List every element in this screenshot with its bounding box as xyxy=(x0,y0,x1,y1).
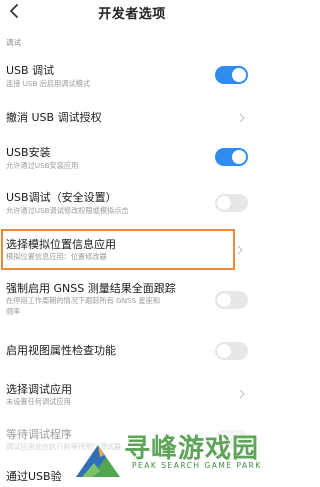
setting-title: 强制启用 GNSS 测量结果全面跟踪 xyxy=(6,282,176,295)
setting-title: USB 调试 xyxy=(6,64,55,77)
setting-title: 撤消 USB 调试授权 xyxy=(6,111,102,124)
chevron-right-icon xyxy=(239,113,245,123)
usb-install-toggle[interactable] xyxy=(215,148,248,166)
highlight-box xyxy=(1,229,235,270)
section-title: 调试 xyxy=(6,38,21,47)
setting-usb-install[interactable]: USB安装 允许通过USB安装应用 xyxy=(0,138,264,178)
usb-debugging-security-toggle[interactable] xyxy=(215,194,248,212)
force-gnss-toggle[interactable] xyxy=(215,291,248,309)
setting-title: USB调试（安全设置） xyxy=(6,191,117,204)
watermark: 寻峰游戏园 PEAK SEARCH GAME PARK xyxy=(72,418,264,487)
toggle-knob xyxy=(217,344,231,358)
setting-title: 等待调试程序 xyxy=(6,428,72,441)
setting-revoke-usb-auth[interactable]: 撤消 USB 调试授权 xyxy=(0,100,264,136)
setting-subtitle: 在停用工作周期的情况下跟踪所有 GNSS 星座和 xyxy=(6,296,161,305)
watermark-subtext: PEAK SEARCH GAME PARK xyxy=(132,461,262,470)
header-bar: 开发者选项 xyxy=(0,0,264,24)
chevron-left-icon[interactable] xyxy=(8,3,22,19)
setting-usb-debugging[interactable]: USB 调试 连接 USB 后启用调试模式 xyxy=(0,56,264,96)
mountain-logo-icon xyxy=(72,441,122,479)
setting-view-attribute-inspection[interactable]: 启用视图属性检查功能 xyxy=(0,334,264,368)
setting-select-debug-app[interactable]: 选择调试应用 未设置任何调试应用 xyxy=(0,375,264,415)
watermark-text: 寻峰游戏园 xyxy=(124,434,260,464)
setting-subtitle: 连接 USB 后启用调试模式 xyxy=(6,79,91,88)
chevron-right-icon xyxy=(239,389,245,399)
setting-title: 启用视图属性检查功能 xyxy=(6,344,116,357)
toggle-knob xyxy=(232,150,246,164)
chevron-right-icon xyxy=(237,245,243,255)
toggle-knob xyxy=(232,68,246,82)
setting-subtitle: 允许通过USB安装应用 xyxy=(6,161,79,170)
setting-title: 通过USB验 xyxy=(6,470,62,483)
page-title: 开发者选项 xyxy=(98,6,166,22)
setting-subtitle: 允许通过USB调试修改权限或模拟点击 xyxy=(6,206,129,215)
setting-force-gnss[interactable]: 强制启用 GNSS 测量结果全面跟踪 在停用工作周期的情况下跟踪所有 GNSS … xyxy=(0,274,264,326)
setting-usb-debugging-security[interactable]: USB调试（安全设置） 允许通过USB调试修改权限或模拟点击 xyxy=(0,183,264,223)
setting-title: USB安装 xyxy=(6,146,51,159)
usb-debugging-toggle[interactable] xyxy=(215,66,248,84)
toggle-knob xyxy=(217,196,231,210)
setting-subtitle: 未设置任何调试应用 xyxy=(6,397,71,406)
view-attribute-toggle[interactable] xyxy=(215,342,248,360)
setting-title: 选择调试应用 xyxy=(6,383,72,396)
toggle-knob xyxy=(217,293,231,307)
setting-subtitle-line2: 频率 xyxy=(6,307,21,316)
